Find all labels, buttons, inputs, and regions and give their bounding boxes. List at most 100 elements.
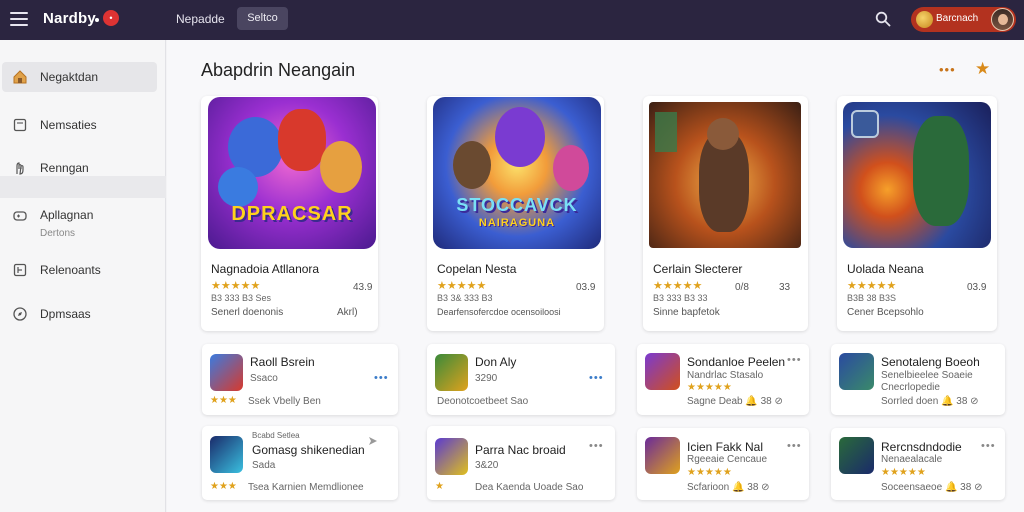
sidebar-item-5[interactable]: Relenoants [0, 255, 166, 285]
more-options-icon[interactable]: ••• [589, 372, 604, 384]
sidebar-item-label: Apllagnan [40, 208, 94, 222]
game-subtitle: Dearfensofercdoe ocensoiloosi [437, 307, 561, 317]
more-options-icon[interactable]: ••• [374, 372, 389, 384]
game-info: Nenaealacale [881, 454, 943, 465]
game-list-card[interactable]: Rercnsdndodie ••• Nenaealacale ★★★★★ Soc… [831, 428, 1005, 500]
game-score: 43.9 [353, 282, 373, 293]
game-list-card[interactable]: Don Aly 3290 ••• Deonotcoetbeet Sao [427, 344, 615, 415]
more-options-icon[interactable]: ••• [589, 440, 604, 452]
user-name: Barcnach [936, 13, 979, 24]
hand-icon [16, 162, 24, 175]
game-pretitle: Bcabd Setlea [252, 431, 300, 440]
more-options-icon[interactable]: ••• [787, 440, 802, 452]
nav-link-2-active[interactable]: Seltco [237, 7, 288, 30]
top-bar: Nardby • Nepadde Seltco Barcnach [0, 0, 1024, 40]
sidebar-item-label: Negaktdan [40, 70, 99, 84]
game-info: Ssaco [250, 373, 278, 384]
game-subtitle: Soceensaeoe 🔔 38 ⊘ [881, 482, 983, 493]
more-options-button[interactable]: ••• [939, 62, 956, 77]
gamepad-icon [13, 211, 27, 221]
game-title: Nagnadoia Atllanora [211, 262, 320, 276]
home-icon [13, 70, 27, 84]
game-icon [435, 438, 468, 475]
game-list-card[interactable]: Sondanloe Peelen ••• Nandrlac Stasalo ★★… [637, 344, 809, 415]
sidebar-item-label: Dpmsaas [40, 307, 91, 321]
game-title: Don Aly [475, 355, 517, 369]
sidebar-highlight-band [0, 176, 166, 198]
coin-icon [916, 11, 933, 28]
game-subtitle: Sorrled doen 🔔 38 ⊘ [881, 396, 979, 407]
game-info: Nandrlac Stasalo [687, 370, 764, 381]
game-art-text: DPRACSAR [231, 203, 353, 225]
brand-logo[interactable]: Nardby [43, 10, 96, 27]
featured-card-4[interactable]: Uolada Neana ★★★★★ 03.9 B3B 38 B3S Cener… [837, 96, 997, 331]
game-title: Gomasg shikenedian [252, 443, 365, 457]
game-meta: B3 333 B3 Ses [211, 293, 272, 303]
game-list-card[interactable]: Raoll Bsrein Ssaco ••• ★★★ Ssek Vbelly B… [202, 344, 398, 415]
game-icon [435, 354, 468, 391]
brand-dot [95, 18, 99, 22]
game-art-icon [843, 102, 991, 248]
game-subtitle: Dea Kaenda Uoade Sao [475, 482, 584, 493]
game-score: 0/8 [735, 282, 749, 293]
game-list-card[interactable]: Icien Fakk Nal ••• Rgeeaie Cencaue ★★★★★… [637, 428, 809, 500]
game-meta: B3 3& 333 B3 [437, 293, 493, 303]
game-subtitle: Scfarioon 🔔 38 ⊘ [687, 482, 770, 493]
favorite-star-icon[interactable]: ★ [975, 59, 990, 79]
sidebar-item-2[interactable]: Nemsaties [0, 110, 166, 140]
chart-icon [13, 263, 27, 277]
compass-icon [13, 307, 27, 321]
notification-badge[interactable]: • [103, 10, 119, 26]
share-icon[interactable] [368, 436, 378, 446]
game-list-card[interactable]: Bcabd Setlea Gomasg shikenedian Sada ★★★… [202, 426, 398, 500]
rating-stars: ★ [435, 481, 444, 492]
game-subtitle: Sagne Deab 🔔 38 ⊘ [687, 396, 783, 407]
game-subtitle: Ssek Vbelly Ben [248, 396, 321, 407]
game-title: Copelan Nesta [437, 262, 517, 276]
sidebar-item-label: Nemsaties [40, 118, 97, 132]
game-info: 3290 [475, 373, 498, 384]
game-art-text: STOCCAVCK [456, 195, 578, 215]
game-score: 03.9 [967, 282, 987, 293]
game-title: Uolada Neana [847, 262, 924, 276]
rating-stars: ★★★ [210, 481, 237, 492]
game-score-2: 33 [779, 282, 791, 293]
game-title: Senotaleng Boeoh [881, 355, 980, 369]
rating-stars: ★★★★★ [437, 280, 487, 292]
game-icon [645, 353, 680, 390]
rating-stars: ★★★ [210, 395, 237, 406]
user-account-button[interactable]: Barcnach [911, 7, 1016, 32]
game-title: Rercnsdndodie [881, 440, 962, 454]
game-icon [839, 437, 874, 474]
game-info: Rgeeaie Cencaue [687, 454, 768, 465]
game-meta: B3 333 B3 33 [653, 293, 708, 303]
document-icon [13, 118, 27, 132]
game-subtitle: Cener Bcepsohlo [847, 307, 924, 318]
sidebar-item-1[interactable]: Negaktdan [2, 62, 157, 92]
sidebar-item-4[interactable]: Apllagnan Dertons [0, 200, 166, 244]
game-icon [210, 436, 243, 473]
game-title: Parra Nac broaid [475, 443, 566, 457]
game-icon [210, 354, 243, 391]
game-list-card[interactable]: Senotaleng Boeoh Senelbieelee Soaeie Cne… [831, 344, 1005, 415]
game-subtitle: Tsea Karnien Memdlionee [248, 482, 364, 493]
game-list-card[interactable]: Parra Nac broaid ••• 3&20 ★ Dea Kaenda U… [427, 426, 615, 500]
more-options-icon[interactable]: ••• [787, 354, 802, 366]
sidebar-item-label: Renngan [40, 161, 89, 175]
menu-icon[interactable] [10, 12, 28, 26]
game-icon [839, 353, 874, 390]
nav-link-1[interactable]: Nepadde [176, 12, 225, 26]
rating-stars: ★★★★★ [847, 280, 897, 292]
game-art-icon: STOCCAVCK NAIRAGUNA [433, 97, 601, 249]
game-art-icon [649, 102, 801, 248]
search-icon[interactable] [875, 11, 891, 27]
game-subtitle: Deonotcoetbeet Sao [437, 396, 529, 407]
game-title: Icien Fakk Nal [687, 440, 764, 454]
game-icon [645, 437, 680, 474]
sidebar-item-6[interactable]: Dpmsaas [0, 299, 166, 329]
more-options-icon[interactable]: ••• [981, 440, 996, 452]
game-title: Cerlain Slecterer [653, 262, 743, 276]
featured-card-1[interactable]: DPRACSAR Nagnadoia Atllanora ★★★★★ 43.9 … [201, 96, 378, 331]
featured-card-2[interactable]: STOCCAVCK NAIRAGUNA Copelan Nesta ★★★★★ … [427, 96, 604, 331]
featured-card-3[interactable]: Cerlain Slecterer ★★★★★ 0/8 33 B3 333 B3… [643, 96, 808, 331]
